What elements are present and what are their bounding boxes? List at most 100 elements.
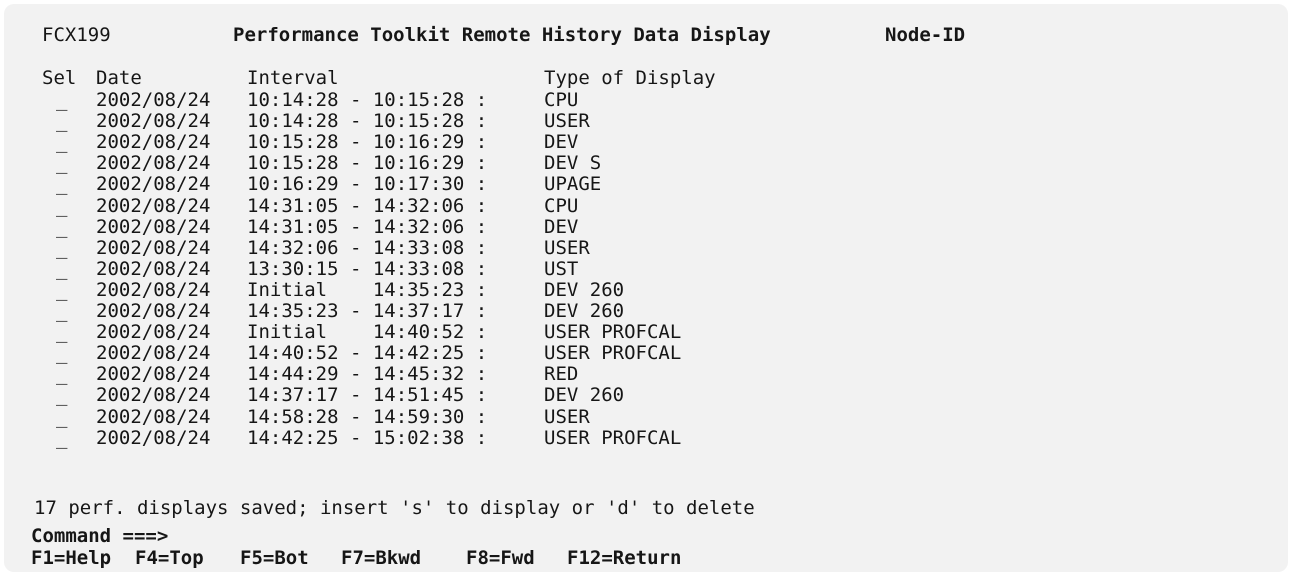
row-display-type: USER PROFCAL	[544, 426, 682, 449]
column-header-interval: Interval	[247, 67, 339, 89]
row-display-type: USER	[544, 405, 590, 428]
selection-field[interactable]: _	[56, 363, 67, 385]
row-interval: 10:14:28 - 10:15:28 :	[247, 89, 488, 111]
row-display-type: USER	[544, 236, 590, 259]
selection-field[interactable]: _	[56, 173, 67, 195]
selection-field[interactable]: _	[56, 237, 67, 259]
row-date: 2002/08/24	[96, 110, 211, 133]
f7-bkwd-key[interactable]: F7=Bkwd	[341, 547, 421, 569]
row-display-type: UPAGE	[544, 173, 602, 196]
f4-top-key[interactable]: F4=Top	[135, 547, 204, 569]
row-interval: Initial 14:35:23 :	[247, 278, 488, 301]
row-interval: 10:15:28 - 10:16:29 :	[247, 131, 488, 154]
table-row: _ 2002/08/24 10:15:28 - 10:16:29 : DEV S	[4, 152, 1288, 174]
row-date: 2002/08/24	[96, 384, 211, 407]
table-row: _ 2002/08/24 13:30:15 - 14:33:08 : UST	[4, 258, 1288, 280]
row-date: 2002/08/24	[96, 278, 211, 301]
table-row: _ 2002/08/24 14:31:05 - 14:32:06 : CPU	[4, 195, 1288, 217]
row-display-type: USER	[544, 110, 590, 133]
terminal-screen: FCX199 Performance Toolkit Remote Histor…	[4, 4, 1288, 572]
selection-field[interactable]: _	[56, 152, 67, 174]
row-display-type: DEV 260	[544, 384, 625, 407]
selection-field[interactable]: _	[56, 342, 67, 364]
row-date: 2002/08/24	[96, 363, 211, 386]
table-row: _ 2002/08/24 10:15:28 - 10:16:29 : DEV	[4, 131, 1288, 153]
selection-field[interactable]: _	[56, 384, 67, 406]
screen-title: Performance Toolkit Remote History Data …	[233, 24, 771, 46]
row-date: 2002/08/24	[96, 215, 211, 238]
table-row: _ 2002/08/24 14:42:25 - 15:02:38 : USER PRO…	[4, 427, 1288, 449]
row-interval: 10:14:28 - 10:15:28 :	[247, 110, 488, 133]
table-row: _ 2002/08/24 10:16:29 - 10:17:30 : UPAGE	[4, 173, 1288, 195]
selection-field[interactable]: _	[56, 89, 67, 111]
column-header-date: Date	[96, 67, 142, 89]
status-message: 17 perf. displays saved; insert 's' to d…	[34, 497, 755, 519]
row-display-type: DEV 260	[544, 278, 625, 301]
selection-field[interactable]: _	[56, 300, 67, 322]
selection-field[interactable]: _	[56, 406, 67, 428]
f5-bot-key[interactable]: F5=Bot	[240, 547, 309, 569]
row-date: 2002/08/24	[96, 300, 211, 322]
row-display-type: UST	[544, 257, 579, 280]
row-date: 2002/08/24	[96, 321, 211, 344]
table-row: _ 2002/08/24 Initial 14:40:52 : USER PROFCA…	[4, 321, 1288, 343]
row-interval: 14:42:25 - 15:02:38 :	[247, 426, 488, 449]
row-display-type: DEV	[544, 131, 579, 154]
row-display-type: CPU	[544, 89, 579, 111]
row-interval: 14:58:28 - 14:59:30 :	[247, 405, 488, 428]
row-interval: 13:30:15 - 14:33:08 :	[247, 257, 488, 280]
selection-field[interactable]: _	[56, 258, 67, 280]
selection-field[interactable]: _	[56, 279, 67, 301]
table-row: _ 2002/08/24 14:44:29 - 14:45:32 : RED	[4, 363, 1288, 385]
table-row: _ 2002/08/24 14:35:23 - 14:37:17 : DEV 260	[4, 300, 1288, 322]
row-interval: 14:35:23 - 14:37:17 :	[247, 300, 488, 322]
row-display-type: DEV	[544, 215, 579, 238]
row-date: 2002/08/24	[96, 236, 211, 259]
row-date: 2002/08/24	[96, 257, 211, 280]
panel-id: FCX199	[42, 24, 111, 46]
table-row: _ 2002/08/24 14:32:06 - 14:33:08 : USER	[4, 237, 1288, 259]
column-header-type: Type of Display	[544, 67, 716, 89]
row-interval: 14:31:05 - 14:32:06 :	[247, 194, 488, 217]
row-date: 2002/08/24	[96, 131, 211, 154]
row-date: 2002/08/24	[96, 173, 211, 196]
selection-field[interactable]: _	[56, 321, 67, 343]
table-row: _ 2002/08/24 14:37:17 - 14:51:45 : DEV 260	[4, 384, 1288, 406]
row-interval: 14:44:29 - 14:45:32 :	[247, 363, 488, 386]
row-date: 2002/08/24	[96, 342, 211, 365]
table-row: _ 2002/08/24 10:14:28 - 10:15:28 : USER	[4, 110, 1288, 132]
row-display-type: DEV S	[544, 152, 602, 175]
f8-fwd-key[interactable]: F8=Fwd	[466, 547, 535, 569]
row-interval: 14:37:17 - 14:51:45 :	[247, 384, 488, 407]
command-input[interactable]	[162, 527, 962, 549]
table-row: _ 2002/08/24 14:31:05 - 14:32:06 : DEV	[4, 216, 1288, 238]
row-interval: 10:16:29 - 10:17:30 :	[247, 173, 488, 196]
command-label: Command ===>	[31, 525, 169, 547]
selection-field[interactable]: _	[56, 427, 67, 449]
f12-return-key[interactable]: F12=Return	[567, 547, 681, 569]
row-date: 2002/08/24	[96, 405, 211, 428]
row-display-type: CPU	[544, 194, 579, 217]
row-date: 2002/08/24	[96, 194, 211, 217]
table-row: _ 2002/08/24 Initial 14:35:23 : DEV 260	[4, 279, 1288, 301]
row-date: 2002/08/24	[96, 89, 211, 111]
row-date: 2002/08/24	[96, 152, 211, 175]
table-row: _ 2002/08/24 14:58:28 - 14:59:30 : USER	[4, 406, 1288, 428]
column-header-sel: Sel	[42, 67, 77, 89]
row-interval: Initial 14:40:52 :	[247, 321, 488, 344]
node-id-label: Node-ID	[885, 24, 966, 46]
row-interval: 14:32:06 - 14:33:08 :	[247, 236, 488, 259]
selection-field[interactable]: _	[56, 110, 67, 132]
selection-field[interactable]: _	[56, 131, 67, 153]
row-display-type: DEV 260	[544, 300, 625, 322]
f1-help-key[interactable]: F1=Help	[31, 547, 111, 569]
row-interval: 14:40:52 - 14:42:25 :	[247, 342, 488, 365]
row-date: 2002/08/24	[96, 426, 211, 449]
row-display-type: RED	[544, 363, 579, 386]
selection-field[interactable]: _	[56, 216, 67, 238]
selection-field[interactable]: _	[56, 195, 67, 217]
table-row: _ 2002/08/24 14:40:52 - 14:42:25 : USER PRO…	[4, 342, 1288, 364]
row-display-type: USER PROFCAL	[544, 342, 682, 365]
table-row: _ 2002/08/24 10:14:28 - 10:15:28 : CPU	[4, 89, 1288, 111]
row-interval: 14:31:05 - 14:32:06 :	[247, 215, 488, 238]
